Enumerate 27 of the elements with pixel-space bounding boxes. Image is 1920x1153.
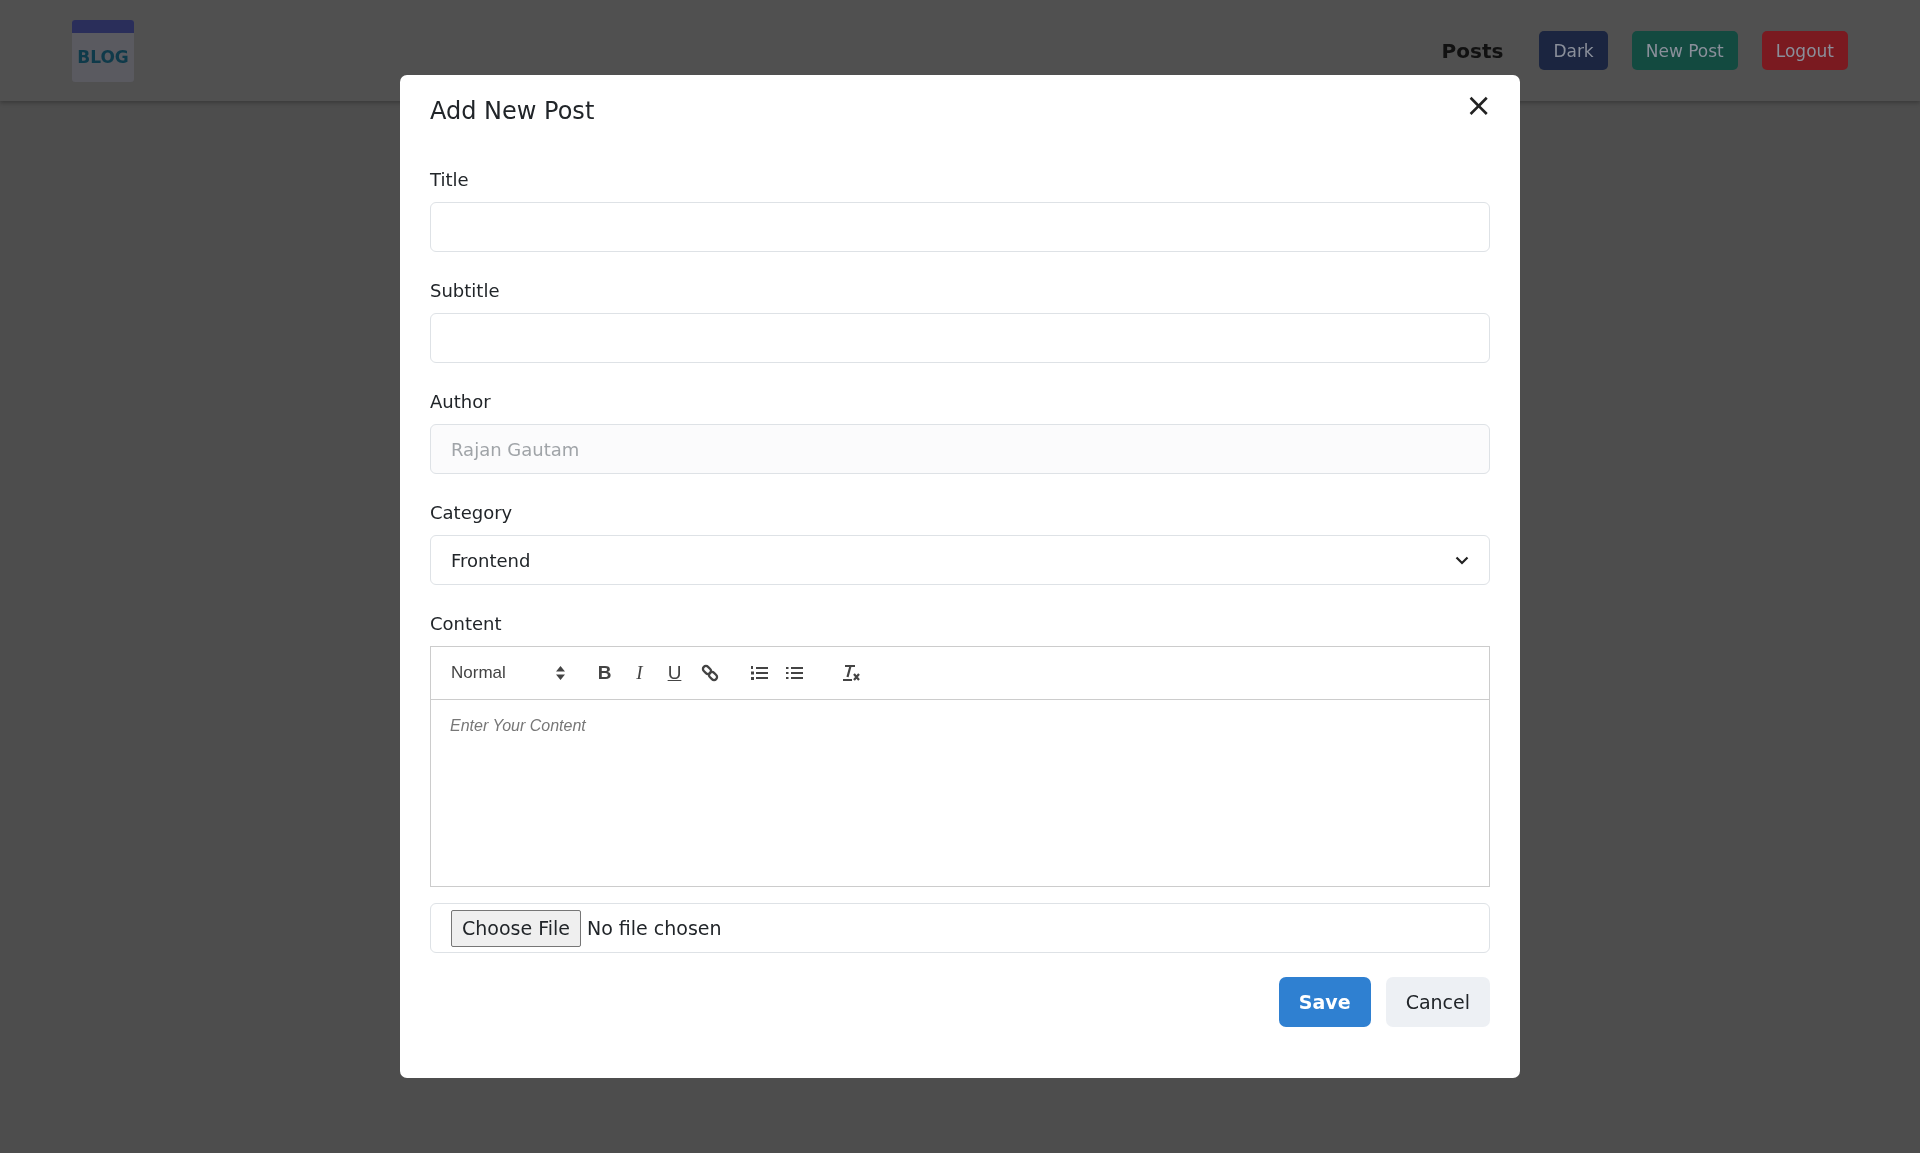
text-field[interactable] xyxy=(430,313,1490,363)
modal-title: Add New Post xyxy=(430,97,595,125)
select-field[interactable]: Frontend xyxy=(430,535,1490,585)
nav-button[interactable]: Dark xyxy=(1539,31,1608,70)
sort-icon xyxy=(556,666,565,680)
clear-format-icon xyxy=(840,664,861,682)
file-status: No file chosen xyxy=(587,917,722,939)
link-icon xyxy=(700,664,719,682)
text-field[interactable] xyxy=(430,202,1490,252)
choose-file-button[interactable]: Choose File xyxy=(451,909,581,947)
file-input[interactable]: Choose File No file chosen xyxy=(430,903,1490,953)
field-label: Content xyxy=(430,613,503,634)
field-label: Title xyxy=(430,169,470,190)
chevron-down-icon xyxy=(1455,555,1469,565)
bullet-list-icon xyxy=(784,665,803,681)
field-label: Category xyxy=(430,502,514,523)
format-button[interactable]: U xyxy=(657,662,692,684)
format-button[interactable]: B xyxy=(587,662,622,684)
numbered-list-icon xyxy=(749,665,768,681)
field-label: Author xyxy=(430,391,492,412)
field-label: Subtitle xyxy=(430,280,501,301)
format-dropdown[interactable]: Normal xyxy=(451,663,565,683)
content-placeholder[interactable]: Enter Your Content xyxy=(431,700,1489,886)
save-button[interactable]: Save xyxy=(1278,977,1371,1027)
format-button[interactable]: I xyxy=(622,662,657,684)
cancel-button[interactable]: Cancel xyxy=(1385,977,1490,1027)
close-button[interactable]: × xyxy=(1459,89,1498,121)
